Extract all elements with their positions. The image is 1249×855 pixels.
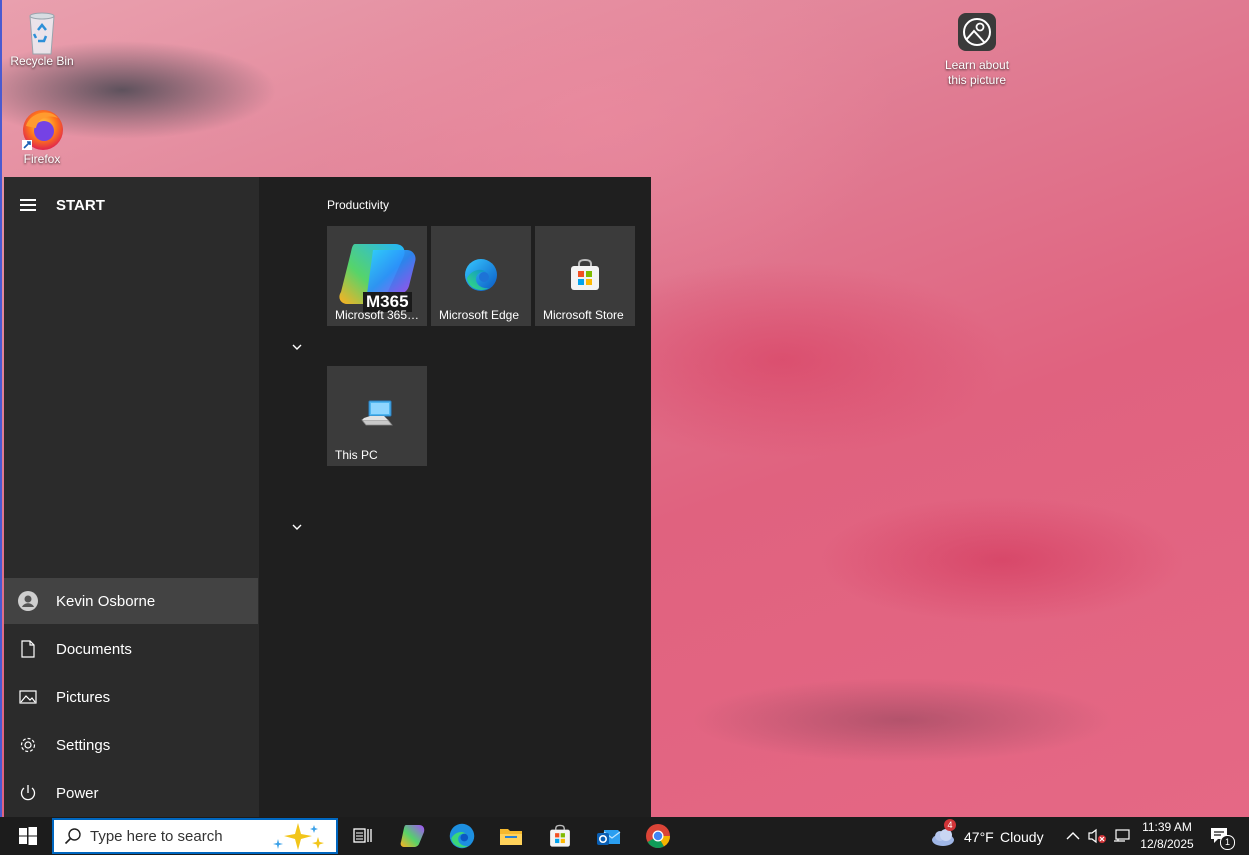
edge-icon: [464, 258, 498, 297]
user-account-button[interactable]: Kevin Osborne: [4, 578, 258, 624]
collapse-group-chevron-icon-2[interactable]: [291, 520, 303, 532]
file-explorer-button[interactable]: [496, 821, 526, 851]
learn-about-picture-desktop-icon[interactable]: Learn about this picture: [937, 12, 1017, 88]
settings-label: Settings: [56, 736, 111, 754]
document-icon: [18, 639, 38, 659]
user-name: Kevin Osborne: [56, 592, 156, 610]
recycle-bin-label: Recycle Bin: [10, 54, 74, 68]
weather-widget-icon-button[interactable]: 4: [928, 819, 958, 851]
folder-icon: [500, 829, 522, 845]
firefox-desktop-icon[interactable]: Firefox: [2, 106, 82, 167]
sparkle-icon: [268, 821, 328, 851]
weather-condition[interactable]: Cloudy: [1000, 829, 1044, 845]
camera-location-icon: [955, 12, 999, 56]
user-avatar-icon: [18, 591, 38, 611]
collapse-group-chevron-icon[interactable]: [291, 340, 303, 352]
power-button[interactable]: Power: [4, 770, 258, 816]
weather-temperature[interactable]: 47°F: [964, 829, 994, 845]
copilot-taskbar-button[interactable]: [398, 821, 428, 851]
pictures-label: Pictures: [56, 688, 111, 706]
start-menu-tiles-pane: Productivity M365 Microsoft 365 (Micros…: [259, 177, 651, 817]
weather-alert-badge: 4: [944, 819, 956, 831]
start-button[interactable]: [8, 817, 48, 855]
gear-icon: [18, 735, 38, 755]
recycle-bin-desktop-icon[interactable]: Recycle Bin: [2, 8, 82, 69]
documents-button[interactable]: Documents: [4, 626, 258, 672]
this-pc-tile[interactable]: This PC: [327, 366, 427, 466]
notification-count-badge: 1: [1220, 835, 1235, 850]
taskbar-search-box[interactable]: [52, 818, 338, 854]
clock-date: 12/8/2025: [1140, 837, 1194, 851]
edge-taskbar-button[interactable]: [447, 821, 477, 851]
power-label: Power: [56, 784, 99, 802]
this-pc-label: This PC: [335, 448, 378, 462]
microsoft-store-tile[interactable]: Microsoft Store: [535, 226, 635, 326]
outlook-taskbar-button[interactable]: [594, 821, 624, 851]
clock-time: 11:39 AM: [1142, 820, 1192, 834]
productivity-group-title[interactable]: Productivity: [327, 198, 389, 212]
microsoft-365-label: Microsoft 365 (Office): [335, 308, 421, 322]
taskbar: 4 47°F Cloudy 11:39 AM 12/8/2025 1: [0, 817, 1249, 855]
start-title: START: [56, 196, 105, 214]
microsoft-365-tile[interactable]: M365 Microsoft 365 (Office): [327, 226, 427, 326]
computer-icon: [360, 398, 394, 433]
store-bag-icon: [568, 258, 602, 297]
outlook-icon: [597, 830, 621, 845]
pictures-button[interactable]: Pictures: [4, 674, 258, 720]
picture-icon: [18, 687, 38, 707]
recycle-bin-icon: [20, 8, 64, 55]
copilot-icon: [400, 825, 425, 847]
firefox-icon: [20, 106, 64, 150]
learn-about-line2: this picture: [947, 73, 1007, 87]
documents-label: Documents: [56, 640, 132, 658]
edge-taskbar-icon: [449, 823, 475, 849]
task-view-button[interactable]: [348, 821, 378, 851]
search-icon: [64, 827, 82, 845]
action-center-button[interactable]: 1: [1206, 821, 1235, 851]
show-hidden-icons-button[interactable]: [1061, 821, 1085, 851]
firefox-label: Firefox: [23, 152, 61, 166]
learn-about-line1: Learn about: [944, 58, 1010, 72]
power-icon: [18, 783, 38, 803]
microsoft-edge-tile[interactable]: Microsoft Edge: [431, 226, 531, 326]
volume-muted-icon: [1088, 828, 1106, 844]
microsoft-store-label: Microsoft Store: [543, 308, 624, 322]
chrome-icon: [646, 824, 670, 849]
store-taskbar-button[interactable]: [545, 821, 575, 851]
chevron-up-icon: [1066, 832, 1080, 840]
task-view-icon: [353, 828, 372, 843]
settings-button[interactable]: Settings: [4, 722, 258, 768]
network-ethernet-icon: [1114, 829, 1130, 842]
microsoft-edge-label: Microsoft Edge: [439, 308, 520, 322]
start-header: START: [4, 189, 259, 221]
hamburger-menu-icon[interactable]: [20, 196, 36, 214]
store-taskbar-icon: [550, 824, 570, 847]
chrome-taskbar-button[interactable]: [643, 821, 673, 851]
volume-button[interactable]: [1085, 821, 1109, 851]
windows-logo-icon: [19, 827, 37, 845]
search-input[interactable]: [88, 826, 262, 846]
taskbar-clock[interactable]: 11:39 AM 12/8/2025: [1130, 819, 1204, 853]
start-menu-nav-pane: START Kevin Osborne Documents Pictures S…: [4, 177, 259, 817]
